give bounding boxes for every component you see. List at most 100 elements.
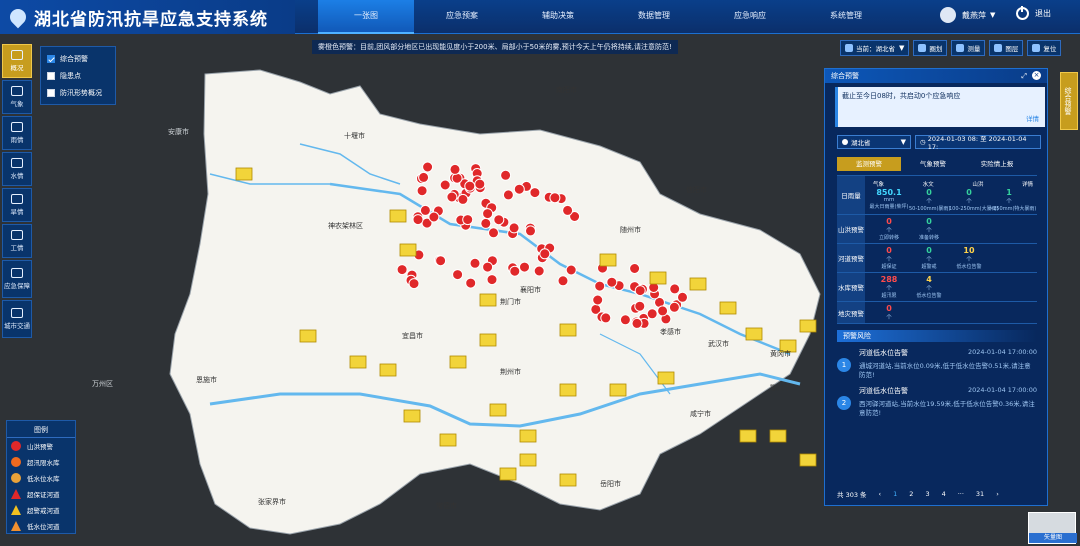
mountain-flood-marker[interactable] bbox=[422, 161, 434, 173]
region-select[interactable]: 湖北省 ▼ bbox=[837, 135, 911, 149]
warning-marker[interactable] bbox=[559, 473, 577, 487]
layer-flood-situation[interactable]: 防汛形势概况 bbox=[41, 84, 115, 101]
stat-cell[interactable]: 4 个低水位告警 bbox=[909, 275, 949, 299]
mountain-flood-marker[interactable] bbox=[452, 269, 464, 281]
mountain-flood-marker[interactable] bbox=[439, 179, 451, 191]
sidebar-item-rain[interactable]: 雨情 bbox=[2, 116, 32, 150]
risk-item[interactable]: 2 河道低水位告警 2024-01-04 17:00:00 西河驿河道站,当前水位… bbox=[837, 386, 1037, 418]
warning-marker[interactable] bbox=[479, 293, 497, 307]
nav-one-map[interactable]: 一张图 bbox=[318, 0, 414, 34]
page-button[interactable]: 31 bbox=[976, 490, 984, 498]
mountain-flood-marker[interactable] bbox=[480, 217, 492, 229]
stat-cell[interactable]: 0 个超警戒 bbox=[909, 246, 949, 270]
mountain-flood-marker[interactable] bbox=[513, 183, 525, 195]
mountain-flood-marker[interactable] bbox=[428, 211, 440, 223]
close-icon[interactable]: × bbox=[1032, 71, 1041, 80]
rain-detail-link[interactable]: 详情 bbox=[1022, 180, 1033, 188]
warning-marker[interactable] bbox=[559, 383, 577, 397]
mountain-flood-marker[interactable] bbox=[408, 278, 420, 290]
warning-marker[interactable] bbox=[235, 167, 253, 181]
warning-marker[interactable] bbox=[389, 209, 407, 223]
next-page-icon[interactable]: › bbox=[996, 490, 999, 498]
sidebar-item-traffic[interactable]: 城市交通 bbox=[2, 300, 32, 338]
side-tab-warning[interactable]: 综合预警 bbox=[1060, 72, 1078, 130]
warning-marker[interactable] bbox=[449, 355, 467, 369]
checkbox[interactable] bbox=[47, 71, 55, 80]
mountain-flood-marker[interactable] bbox=[457, 193, 469, 205]
mountain-flood-marker[interactable] bbox=[669, 283, 681, 295]
warning-marker[interactable] bbox=[745, 327, 763, 341]
warning-marker[interactable] bbox=[299, 329, 317, 343]
warning-marker[interactable] bbox=[403, 409, 421, 423]
prev-page-icon[interactable]: ‹ bbox=[879, 490, 882, 498]
checkbox[interactable] bbox=[47, 88, 55, 97]
region-selector[interactable]: 当前：湖北省 ▼ bbox=[840, 40, 910, 56]
user-menu[interactable]: 戴燕萍 ▼ bbox=[940, 7, 995, 23]
warning-marker[interactable] bbox=[519, 429, 537, 443]
checkbox[interactable] bbox=[47, 54, 55, 63]
mountain-flood-marker[interactable] bbox=[482, 261, 494, 273]
nav-emergency-response[interactable]: 应急响应 bbox=[702, 0, 798, 34]
expand-icon[interactable]: ⤢ bbox=[1021, 69, 1027, 83]
stat-cell[interactable]: 0 个 50-100mm(暴雨) bbox=[909, 188, 950, 212]
tab-weather-warning[interactable]: 气象预警 bbox=[901, 157, 965, 171]
mountain-flood-marker[interactable] bbox=[619, 314, 631, 326]
mountain-flood-marker[interactable] bbox=[594, 280, 606, 292]
stat-cell[interactable]: 0 个 100-250mm(大暴雨) bbox=[949, 188, 999, 212]
stat-cell[interactable]: 0 个立即转移 bbox=[869, 217, 909, 241]
warning-marker[interactable] bbox=[689, 277, 707, 291]
nav-decision-support[interactable]: 辅助决策 bbox=[510, 0, 606, 34]
mountain-flood-marker[interactable] bbox=[493, 214, 505, 226]
warning-marker[interactable] bbox=[599, 253, 617, 267]
stat-cell[interactable]: 10 个低水位告警 bbox=[949, 246, 989, 270]
layer-hazard-points[interactable]: 隐患点 bbox=[41, 67, 115, 84]
warning-marker[interactable] bbox=[799, 319, 817, 333]
stat-cell[interactable]: 850.1 mm 最大日雨量(柴坪) bbox=[869, 188, 909, 212]
stat-cell[interactable]: 288 个超汛限 bbox=[869, 275, 909, 299]
mountain-flood-marker[interactable] bbox=[600, 312, 612, 324]
mountain-flood-marker[interactable] bbox=[631, 317, 643, 329]
layer-comprehensive-warning[interactable]: 综合预警 bbox=[41, 50, 115, 67]
mountain-flood-marker[interactable] bbox=[646, 308, 658, 320]
page-button[interactable]: 2 bbox=[909, 490, 913, 498]
notice-detail-link[interactable]: 详情 bbox=[1026, 113, 1039, 123]
draw-button[interactable]: 圈划 bbox=[913, 40, 948, 56]
warning-marker[interactable] bbox=[739, 429, 757, 443]
mountain-flood-marker[interactable] bbox=[629, 263, 641, 274]
mountain-flood-marker[interactable] bbox=[488, 227, 499, 239]
sidebar-item-water[interactable]: 水情 bbox=[2, 152, 32, 186]
nav-emergency-plan[interactable]: 应急预案 bbox=[414, 0, 510, 34]
warning-marker[interactable] bbox=[769, 429, 787, 443]
mountain-flood-marker[interactable] bbox=[657, 305, 669, 317]
sidebar-item-overview[interactable]: 概况 bbox=[2, 44, 32, 78]
mountain-flood-marker[interactable] bbox=[592, 294, 604, 306]
mountain-flood-marker[interactable] bbox=[519, 261, 530, 273]
page-button[interactable]: 4 bbox=[942, 490, 946, 498]
rain-option-hydrology[interactable]: 水文 bbox=[923, 180, 934, 188]
reset-button[interactable]: 复位 bbox=[1027, 40, 1062, 56]
warning-marker[interactable] bbox=[799, 453, 817, 467]
mountain-flood-marker[interactable] bbox=[508, 222, 520, 234]
mountain-flood-marker[interactable] bbox=[465, 277, 477, 289]
mountain-flood-marker[interactable] bbox=[557, 275, 569, 287]
warning-marker[interactable] bbox=[399, 243, 417, 257]
rain-option-mountain-flood[interactable]: 山洪 bbox=[972, 180, 983, 188]
mountain-flood-marker[interactable] bbox=[634, 300, 646, 312]
mountain-flood-marker[interactable] bbox=[606, 276, 618, 288]
warning-marker[interactable] bbox=[439, 433, 457, 447]
mountain-flood-marker[interactable] bbox=[565, 264, 577, 276]
mountain-flood-marker[interactable] bbox=[486, 274, 498, 286]
mountain-flood-marker[interactable] bbox=[677, 291, 688, 303]
warning-marker[interactable] bbox=[489, 403, 507, 417]
sidebar-item-support[interactable]: 应急保障 bbox=[2, 260, 32, 298]
mountain-flood-marker[interactable] bbox=[419, 204, 431, 216]
warning-marker[interactable] bbox=[649, 271, 667, 285]
mountain-flood-marker[interactable] bbox=[634, 285, 646, 297]
warning-marker[interactable] bbox=[479, 333, 497, 347]
warning-marker[interactable] bbox=[349, 355, 367, 369]
page-ellipsis[interactable]: ··· bbox=[958, 490, 964, 498]
sidebar-item-weather[interactable]: 气象 bbox=[2, 80, 32, 114]
layers-button[interactable]: 图层 bbox=[989, 40, 1024, 56]
warning-marker[interactable] bbox=[719, 301, 737, 315]
mountain-flood-marker[interactable] bbox=[396, 264, 408, 276]
